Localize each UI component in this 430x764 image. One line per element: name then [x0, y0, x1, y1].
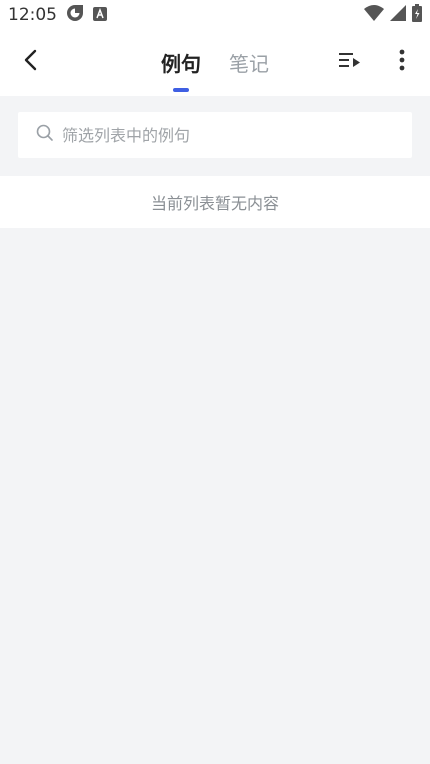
empty-state: 当前列表暂无内容 — [0, 176, 430, 228]
active-tab-indicator — [173, 87, 189, 92]
app-notification-icon — [93, 6, 107, 25]
status-bar: 12:05 — [0, 0, 430, 30]
tab-bar: 例句 笔记 — [0, 30, 430, 96]
more-options-button[interactable] — [390, 48, 414, 76]
tab-notes[interactable]: 笔记 — [229, 48, 269, 79]
battery-icon — [412, 4, 422, 26]
empty-state-text: 当前列表暂无内容 — [150, 194, 279, 213]
playlist-button[interactable] — [336, 48, 364, 76]
more-vertical-icon — [399, 49, 405, 75]
filter-search-box[interactable] — [18, 112, 412, 158]
search-icon — [36, 124, 54, 146]
sync-icon — [65, 3, 85, 27]
playlist-play-icon — [339, 51, 361, 73]
tab-label: 笔记 — [229, 51, 269, 76]
tab-label: 例句 — [161, 51, 201, 76]
status-left: 12:05 — [8, 3, 107, 27]
tab-example-sentences[interactable]: 例句 — [161, 48, 201, 92]
status-right — [364, 4, 422, 26]
top-app-bar: 例句 笔记 — [0, 30, 430, 96]
signal-icon — [390, 5, 406, 25]
filter-input[interactable] — [60, 124, 384, 146]
status-time: 12:05 — [8, 5, 57, 25]
wifi-icon — [364, 5, 384, 25]
